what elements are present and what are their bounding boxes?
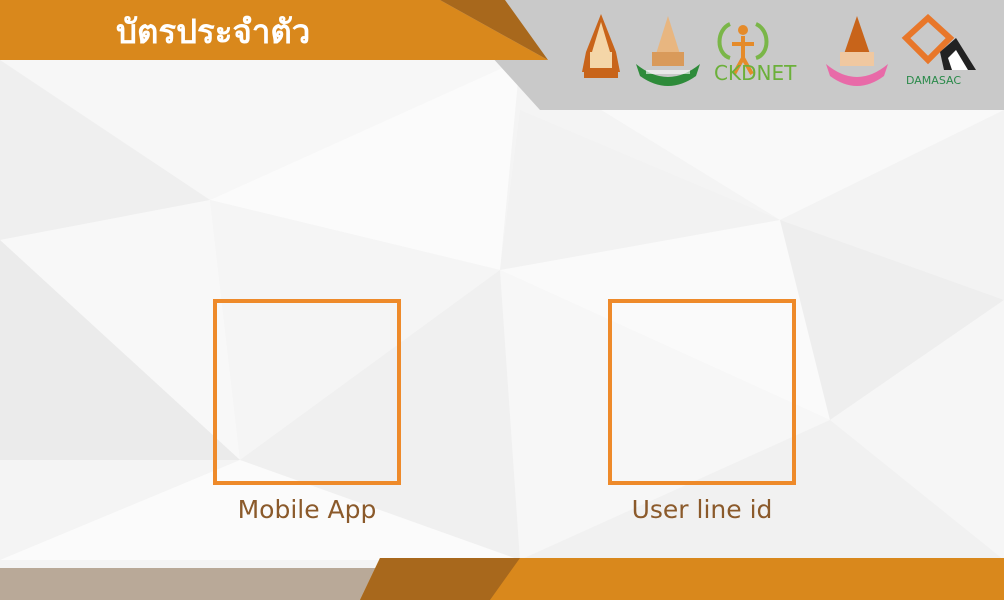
medicine-faculty-logo (632, 14, 704, 86)
card-background (0, 0, 1004, 600)
hospital-seal-logo (822, 14, 892, 86)
ckdnet-logo-text: CKDNET (714, 61, 797, 85)
ckdnet-logo: CKDNET (712, 14, 818, 86)
line-id-qr-frame (608, 299, 796, 485)
damasac-logo-text: DAMASAC (906, 74, 961, 86)
mobile-app-caption: Mobile App (237, 495, 377, 524)
university-seal-logo (578, 12, 624, 82)
mobile-app-qr-frame (213, 299, 401, 485)
card-title: บัตรประจำตัว (116, 12, 311, 51)
damasac-logo: DAMASAC (898, 13, 980, 87)
line-id-caption: User line id (631, 495, 773, 524)
